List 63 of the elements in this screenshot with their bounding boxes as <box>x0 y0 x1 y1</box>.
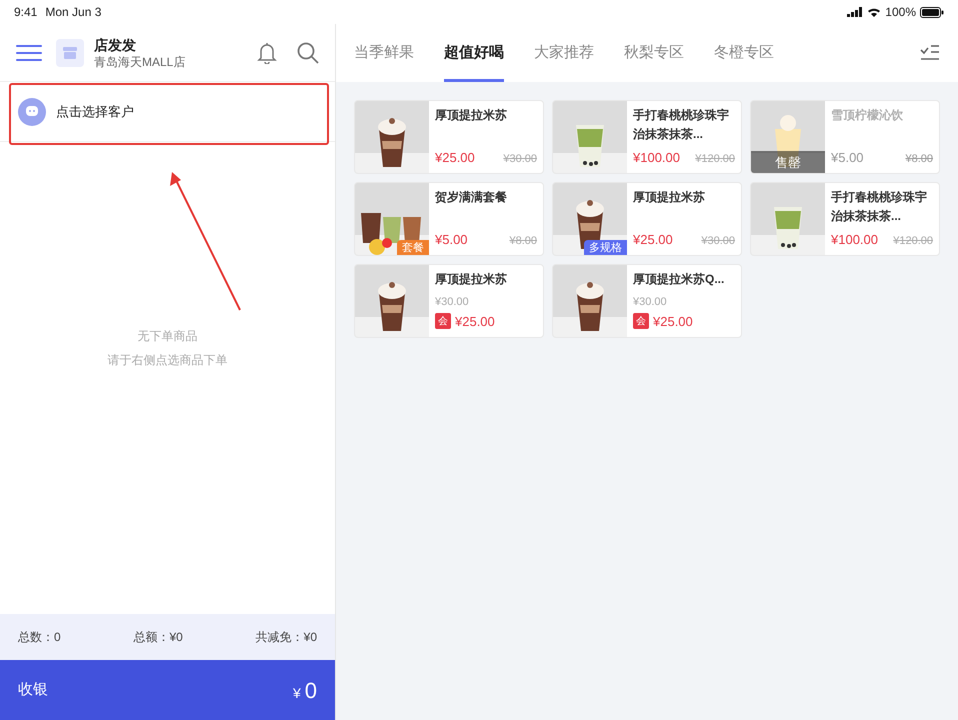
sold-out-label: 售罄 <box>751 151 825 173</box>
original-price: ¥8.00 <box>905 152 933 166</box>
product-name: 贺岁满满套餐 <box>435 189 508 206</box>
list-filter-icon[interactable] <box>920 44 940 62</box>
empty-cart-title: 无下单商品 <box>138 328 198 345</box>
product-name: 手打春桃桃珍珠宇治抹茶抹茶... <box>633 107 730 143</box>
member-price: ¥25.00 <box>455 312 495 330</box>
member-price: ¥25.00 <box>653 312 693 330</box>
product-tag: 多规格 <box>584 240 627 255</box>
product-card[interactable]: 多规格 厚顶提拉米苏 ¥25.00 ¥30.00 <box>552 182 742 256</box>
search-icon[interactable] <box>297 42 319 64</box>
product-price: ¥100.00 <box>831 230 878 248</box>
original-price: ¥120.00 <box>695 152 735 166</box>
original-price: ¥120.00 <box>893 234 933 248</box>
product-name: 厚顶提拉米苏 <box>435 271 508 288</box>
product-card[interactable]: 手打春桃桃珍珠宇治抹茶抹茶... ¥100.00 ¥120.00 <box>750 182 940 256</box>
empty-cart-hint: 请于右侧点选商品下单 <box>108 352 228 369</box>
product-name: 厚顶提拉米苏Q... <box>633 271 726 288</box>
product-tag: 套餐 <box>397 240 429 255</box>
product-card[interactable]: 套餐 贺岁满满套餐 ¥5.00 ¥8.00 <box>354 182 544 256</box>
store-icon <box>56 38 84 66</box>
product-price: ¥100.00 <box>633 148 680 166</box>
summary-value: 总额：¥0 <box>133 629 183 646</box>
menu-icon[interactable] <box>16 42 42 62</box>
store-name: 店发发 <box>94 36 137 54</box>
product-price: ¥25.00 <box>633 230 673 248</box>
product-name: 雪顶柠檬沁饮 <box>831 107 904 124</box>
battery-percentage: 100% <box>885 4 916 21</box>
original-price: ¥8.00 <box>509 234 537 248</box>
product-card[interactable]: 厚顶提拉米苏 ¥25.00 ¥30.00 <box>354 100 544 174</box>
category-tab[interactable]: 秋梨专区 <box>624 24 684 82</box>
product-price: ¥5.00 <box>831 148 864 166</box>
product-card[interactable]: 厚顶提拉米苏Q... ¥30.00 会 ¥25.00 <box>552 264 742 338</box>
user-avatar-icon <box>18 98 46 126</box>
wifi-icon <box>867 7 882 17</box>
signal-icon <box>847 7 864 17</box>
product-name: 手打春桃桃珍珠宇治抹茶抹茶... <box>831 189 928 225</box>
product-card[interactable]: 售罄 雪顶柠檬沁饮 ¥5.00 ¥8.00 <box>750 100 940 174</box>
product-card[interactable]: 手打春桃桃珍珠宇治抹茶抹茶... ¥100.00 ¥120.00 <box>552 100 742 174</box>
category-tab[interactable]: 冬橙专区 <box>714 24 774 82</box>
store-branch: 青岛海天MALL店 <box>94 54 186 70</box>
product-card[interactable]: 厚顶提拉米苏 ¥30.00 会 ¥25.00 <box>354 264 544 338</box>
status-time: 9:41 <box>14 4 38 21</box>
product-price: ¥25.00 <box>435 148 475 166</box>
select-customer-button[interactable]: 点击选择客户 <box>18 82 317 141</box>
bell-icon[interactable] <box>257 42 277 64</box>
product-name: 厚顶提拉米苏 <box>435 107 508 124</box>
product-price: ¥5.00 <box>435 230 468 248</box>
original-price: ¥30.00 <box>503 152 537 166</box>
battery-icon <box>920 6 944 18</box>
category-tab[interactable]: 当季鲜果 <box>354 24 414 82</box>
summary-value: 总数：0 <box>18 629 61 646</box>
original-price: ¥30.00 <box>701 234 735 248</box>
product-name: 厚顶提拉米苏 <box>633 189 706 206</box>
original-price: ¥30.00 <box>633 294 668 310</box>
member-badge: 会 <box>633 313 649 330</box>
status-date: Mon Jun 3 <box>45 4 102 21</box>
checkout-button[interactable]: 收银 ¥ 0 <box>0 660 335 720</box>
member-badge: 会 <box>435 313 451 330</box>
category-tab[interactable]: 大家推荐 <box>534 24 594 82</box>
category-tab[interactable]: 超值好喝 <box>444 24 504 82</box>
original-price: ¥30.00 <box>435 294 470 310</box>
summary-value: 共减免：¥0 <box>256 629 317 646</box>
